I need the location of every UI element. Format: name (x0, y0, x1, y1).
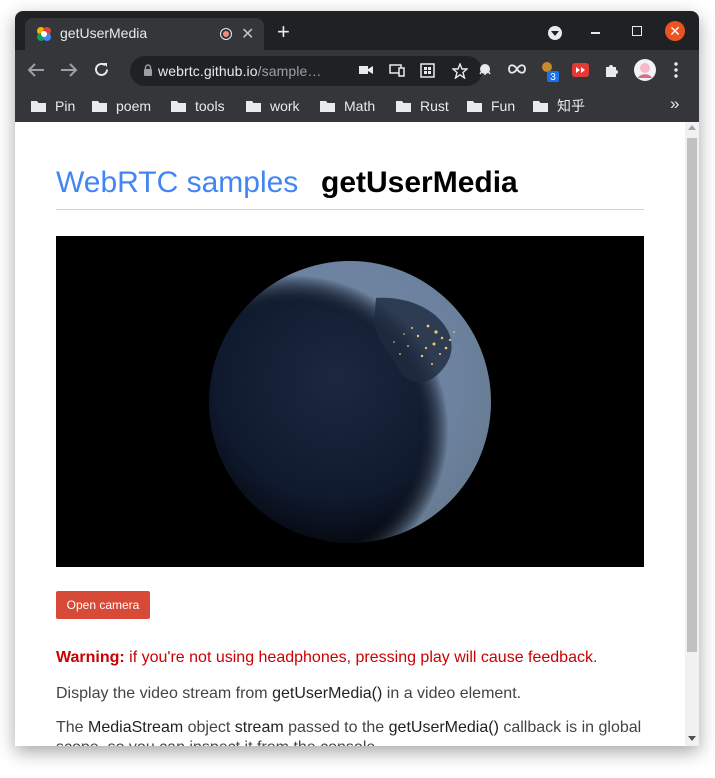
tab-getusermedia[interactable]: getUserMedia ✕ (25, 18, 264, 50)
video-element[interactable] (56, 236, 644, 567)
window-close-icon[interactable]: ✕ (665, 21, 685, 41)
bookmark-folder-rust[interactable]: Rust (396, 96, 449, 116)
extension-infinity-icon[interactable] (508, 63, 526, 75)
text-run: object (183, 719, 235, 736)
extension-badge-icon[interactable]: 3 (540, 61, 560, 83)
maximize-icon[interactable] (632, 26, 642, 36)
forward-icon[interactable] (60, 62, 78, 78)
tab-search-icon[interactable] (548, 26, 562, 40)
folder-icon (92, 101, 107, 112)
folder-icon (320, 101, 335, 112)
tab-close-icon[interactable]: ✕ (241, 24, 254, 44)
menu-kebab-icon[interactable] (674, 62, 678, 78)
code-stream: stream (234, 719, 284, 736)
bookmark-folder-fun[interactable]: Fun (467, 96, 515, 116)
minimize-icon[interactable] (591, 32, 600, 34)
text-run: Display the video stream from (56, 685, 273, 702)
lock-icon[interactable] (143, 64, 153, 77)
new-tab-icon[interactable]: + (277, 21, 290, 43)
text-run: passed to the (283, 719, 389, 736)
back-icon[interactable] (27, 62, 45, 78)
warning-text: if you're not using headphones, pressing… (124, 649, 598, 666)
url-text: webrtc.github.io/sample… (158, 63, 321, 79)
folder-icon (533, 101, 548, 112)
bookmark-folder-math[interactable]: Math (320, 96, 375, 116)
code-mediastream: MediaStream (88, 719, 184, 736)
bookmark-star-icon[interactable] (452, 63, 468, 79)
profile-avatar-icon[interactable] (633, 58, 657, 82)
folder-icon (31, 101, 46, 112)
bookmark-folder-tools[interactable]: tools (171, 96, 225, 116)
scroll-down-arrow-icon[interactable] (688, 736, 696, 741)
bookmark-label: Rust (420, 98, 449, 114)
browser-toolbar: webrtc.github.io/sample… 3 (15, 50, 699, 90)
open-camera-button[interactable]: Open camera (56, 591, 150, 619)
bookmarks-overflow-icon[interactable]: » (670, 94, 679, 114)
cast-icon[interactable] (389, 64, 405, 77)
folder-icon (171, 101, 186, 112)
bookmark-label: poem (116, 98, 152, 114)
text-run: The (56, 719, 89, 736)
camera-in-use-icon[interactable] (359, 64, 373, 76)
bookmark-label: 知乎 (557, 98, 585, 114)
page-header: WebRTC samples getUserMedia (56, 162, 644, 210)
extension-video-icon[interactable] (572, 63, 589, 77)
tab-strip: getUserMedia ✕ + ✕ (15, 11, 699, 50)
extension-badge-count: 3 (550, 72, 556, 83)
warning-message: Warning: if you're not using headphones,… (56, 649, 597, 667)
webrtc-favicon-icon (37, 27, 51, 41)
bookmark-label: tools (195, 98, 225, 114)
bookmark-folder-pin[interactable]: Pin (31, 96, 75, 116)
scrollbar-thumb[interactable] (687, 138, 697, 652)
code-getusermedia: getUserMedia() (272, 685, 383, 702)
description-paragraph: Display the video stream from getUserMed… (56, 684, 644, 704)
extensions-puzzle-icon[interactable] (604, 62, 620, 78)
bookmark-folder-poem[interactable]: poem (92, 96, 151, 116)
bookmark-label: Fun (491, 98, 516, 114)
bookmark-label: Pin (55, 98, 76, 114)
folder-icon (246, 101, 261, 112)
bookmark-label: Math (344, 98, 376, 114)
bookmarks-bar: Pin poem tools work Math Rust Fun 知乎 » (15, 90, 699, 122)
recording-indicator-icon (220, 28, 232, 40)
scroll-up-arrow-icon[interactable] (688, 125, 696, 130)
text-run: in a video element. (382, 685, 522, 702)
bookmark-folder-work[interactable]: work (246, 96, 300, 116)
page-content: WebRTC samples getUserMedia Open camera … (15, 122, 685, 746)
bookmark-label: work (270, 98, 300, 114)
url-host: webrtc.github.io (158, 63, 258, 79)
folder-icon (396, 101, 411, 112)
address-bar[interactable]: webrtc.github.io/sample… (130, 56, 482, 86)
code-getusermedia: getUserMedia() (388, 719, 499, 736)
extension-octopus-icon[interactable] (477, 62, 493, 78)
warning-label: Warning: (56, 649, 125, 666)
reload-icon[interactable] (93, 61, 110, 78)
browser-window: getUserMedia ✕ + ✕ webrtc.github.io/samp… (15, 11, 699, 746)
page-title: getUserMedia (321, 166, 518, 199)
tab-title: getUserMedia (60, 25, 148, 41)
qr-code-icon[interactable] (420, 63, 435, 78)
url-path: /sample… (257, 63, 322, 79)
earth-video-frame (209, 261, 491, 543)
stream-paragraph: The MediaStream object stream passed to … (56, 718, 644, 746)
webrtc-samples-link[interactable]: WebRTC samples (56, 166, 298, 200)
vertical-scrollbar[interactable] (685, 122, 699, 746)
folder-icon (467, 101, 482, 112)
bookmark-folder-zhihu[interactable]: 知乎 (533, 96, 585, 116)
